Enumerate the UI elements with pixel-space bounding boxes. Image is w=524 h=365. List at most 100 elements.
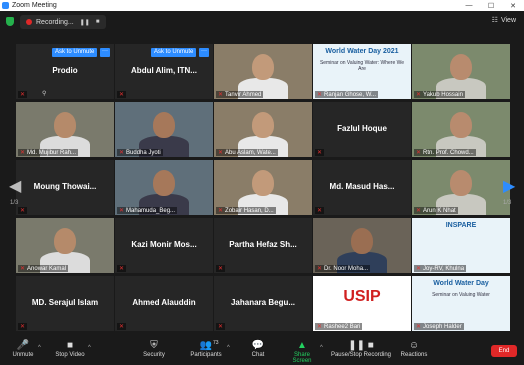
participant-tile-mahamuda[interactable]: ✕ Mahamuda_Beg... xyxy=(115,160,213,215)
minimize-button[interactable]: — xyxy=(458,2,480,9)
muted-mic-icon: ✕ xyxy=(119,150,125,156)
muted-mic-icon: ✕ xyxy=(20,266,26,272)
participant-label: ✕ Yakub Hossain xyxy=(414,91,465,98)
participant-face xyxy=(252,170,274,196)
chat-button[interactable]: 💬 Chat xyxy=(248,340,268,358)
participant-tile-anowar-kamal[interactable]: ✕ Anowar Kamal xyxy=(16,218,114,273)
muted-mic-icon: ✕ xyxy=(218,266,224,272)
participant-tile-joseph-halder[interactable]: World Water Day Seminar on Valuing Water ✕… xyxy=(412,276,510,331)
more-options-button[interactable]: ··· xyxy=(199,48,209,57)
muted-mic-icon: ✕ xyxy=(317,150,323,156)
participant-tile-abu-aslam[interactable]: ✕ Abu Aslam, Wate... xyxy=(214,102,312,157)
audio-options-caret-icon[interactable]: ^ xyxy=(38,345,41,351)
muted-mic-icon: ✕ xyxy=(20,150,26,156)
participant-tile-kazi-monir[interactable]: Kazi Monir Mos... ✕ xyxy=(115,218,213,273)
reactions-button[interactable]: ☺ Reactions xyxy=(400,340,428,358)
ask-to-unmute-button[interactable]: Ask to Unmute xyxy=(52,48,98,57)
participant-tile-serajul-islam[interactable]: MD. Serajul Islam ✕ xyxy=(16,276,114,331)
participant-tile-abdul-alim[interactable]: Abdul Alim, ITN... ✕ Ask to Unmute ··· xyxy=(115,44,213,99)
participant-tile-ahmed-alauddin[interactable]: Ahmed Alauddin ✕ xyxy=(115,276,213,331)
participant-name: MD. Serajul Islam xyxy=(31,298,99,307)
view-button[interactable]: ☷ View xyxy=(491,16,516,25)
close-button[interactable]: ✕ xyxy=(502,2,524,10)
zoom-logo-icon xyxy=(2,2,9,9)
participant-label-text: Abu Aslam, Wate... xyxy=(225,149,276,156)
microphone-muted-icon: 🎤 xyxy=(16,340,30,351)
participant-tile-prodio[interactable]: Prodio ✕ ⚲ Ask to Unmute ··· xyxy=(16,44,114,99)
participant-tile-jahanara[interactable]: Jahanara Begu... ✕ xyxy=(214,276,312,331)
participant-label: ✕ Joseph Halder xyxy=(414,323,464,330)
share-screen-button[interactable]: ▲ Share Screen xyxy=(284,340,320,364)
participant-tile-tanvir-ahmed[interactable]: ✕ Tanvir Ahmed xyxy=(214,44,312,99)
muted-mic-icon: ✕ xyxy=(416,208,422,214)
participant-tile-joy-rv[interactable]: INSPARE ✕ Joy-RV, Khulna xyxy=(412,218,510,273)
video-camera-icon: ■ xyxy=(66,340,74,351)
participant-label: ✕ Rashee2 Bari xyxy=(315,323,363,330)
pause-recording-button[interactable]: ❚❚ xyxy=(80,19,90,26)
participant-tile-noor-moha[interactable]: ✕ Dr. Noor Moha... xyxy=(313,218,411,273)
participants-caret-icon[interactable]: ^ xyxy=(227,345,230,351)
participant-tile-masud-has[interactable]: Md. Masud Has... ✕ xyxy=(313,160,411,215)
unmute-button[interactable]: 🎤 Unmute xyxy=(10,340,36,358)
participant-label: ✕ xyxy=(117,91,127,98)
muted-mic-icon: ✕ xyxy=(317,92,323,98)
participant-tile-moung-thowai[interactable]: Moung Thowai... ✕ xyxy=(16,160,114,215)
participant-label-text: Joseph Halder xyxy=(423,323,462,330)
stop-video-button[interactable]: ■ Stop Video xyxy=(52,340,88,358)
previous-page-arrow-icon[interactable]: ◀ xyxy=(9,176,21,196)
participant-tile-rashee2-bari[interactable]: USIP ✕ Rashee2 Bari xyxy=(313,276,411,331)
slide-text: Seminar on Valuing Water xyxy=(432,292,490,298)
muted-mic-icon: ✕ xyxy=(20,324,26,330)
participant-tile-partha-hefaz[interactable]: Partha Hefaz Sh... ✕ xyxy=(214,218,312,273)
maximize-button[interactable]: ☐ xyxy=(480,2,502,10)
more-options-button[interactable]: ··· xyxy=(100,48,110,57)
security-label: Security xyxy=(143,352,165,358)
grid-icon: ☷ xyxy=(491,17,498,24)
participant-tile-buddha-jyoti[interactable]: ✕ Buddha Jyoti xyxy=(115,102,213,157)
participant-label: ✕ xyxy=(216,323,226,330)
recording-label: Recording... xyxy=(36,18,74,26)
video-options-caret-icon[interactable]: ^ xyxy=(88,345,91,351)
participant-label-text: Anowar Kamal xyxy=(27,265,67,272)
participant-tile-arun-k-nhat[interactable]: ✕ Arun K Nhat xyxy=(412,160,510,215)
participants-label: Participants xyxy=(190,352,222,358)
participant-name: Kazi Monir Mos... xyxy=(131,240,197,249)
chat-label: Chat xyxy=(251,352,265,358)
participant-label-text: Rtn. Prof. Chowd... xyxy=(423,149,474,156)
recording-indicator: Recording... ❚❚ ■ xyxy=(20,15,106,29)
logo-text: USIP xyxy=(343,288,381,305)
participant-name: Ahmed Alauddin xyxy=(132,298,196,307)
share-options-caret-icon[interactable]: ^ xyxy=(320,345,323,351)
participant-tile-rtn-prof[interactable]: ✕ Rtn. Prof. Chowd... xyxy=(412,102,510,157)
participant-label: ✕ xyxy=(18,323,28,330)
participant-label: ✕ xyxy=(18,207,28,214)
muted-mic-icon: ✕ xyxy=(317,266,323,272)
muted-mic-icon: ✕ xyxy=(20,92,26,98)
pause-stop-recording-button[interactable]: ❚❚ ■ Pause/Stop Recording xyxy=(330,340,392,358)
participant-tile-yakub-hossain[interactable]: ✕ Yakub Hossain xyxy=(412,44,510,99)
participant-tile-zobair-hasan[interactable]: ✕ Zobair Hasan, D... xyxy=(214,160,312,215)
smiley-plus-icon: ☺ xyxy=(408,340,420,351)
participant-tile-mujibur[interactable]: ✕ Md. Mujibur Rah... xyxy=(16,102,114,157)
security-button[interactable]: ⛨ Security xyxy=(140,340,168,358)
pager-left: 1/3 xyxy=(10,200,19,206)
ask-to-unmute-button[interactable]: Ask to Unmute xyxy=(151,48,197,57)
participant-label: ✕ Ranjan Ghose, W... xyxy=(315,91,379,98)
stop-recording-button[interactable]: ■ xyxy=(96,19,100,25)
encryption-shield-icon[interactable] xyxy=(6,17,14,26)
end-meeting-button[interactable]: End xyxy=(491,345,517,357)
muted-mic-icon: ✕ xyxy=(119,92,125,98)
next-page-arrow-icon[interactable]: ▶ xyxy=(503,176,515,196)
participant-name: Partha Hefaz Sh... xyxy=(229,240,297,249)
participant-tile-ranjan-ghose[interactable]: World Water Day 2021 Seminar on Valuing W… xyxy=(313,44,411,99)
participant-face xyxy=(351,228,373,254)
pin-icon[interactable]: ⚲ xyxy=(42,90,46,97)
participant-label-text: Tanvir Ahmed xyxy=(225,91,262,98)
slide-title: INSPARE xyxy=(445,222,477,229)
participant-label: ✕ Md. Mujibur Rah... xyxy=(18,149,79,156)
shield-icon: ⛨ xyxy=(150,340,158,351)
participant-label: ✕ Mahamuda_Beg... xyxy=(117,207,178,214)
muted-mic-icon: ✕ xyxy=(119,208,125,214)
muted-mic-icon: ✕ xyxy=(416,150,422,156)
participant-tile-fazlul-hoque[interactable]: Fazlul Hoque ✕ xyxy=(313,102,411,157)
